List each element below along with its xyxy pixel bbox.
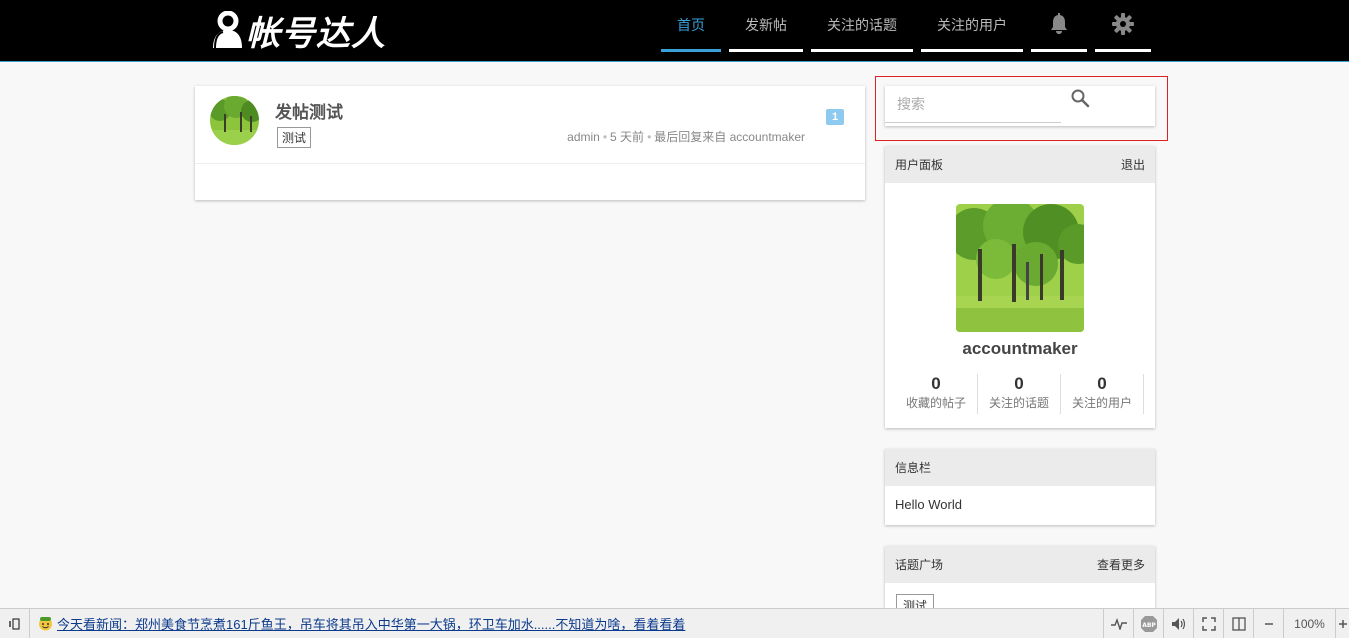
zoom-level[interactable]: 100% [1283, 609, 1335, 638]
topic-panel-header: 话题广场 查看更多 [885, 546, 1155, 583]
info-panel-title: 信息栏 [895, 461, 932, 475]
nav-home[interactable]: 首页 [661, 0, 721, 52]
svg-text:ABP: ABP [1142, 622, 1156, 629]
nav-followed-users[interactable]: 关注的用户 [921, 0, 1023, 52]
split-view-icon [1231, 617, 1246, 631]
user-panel-header: 用户面板 退出 [885, 146, 1155, 183]
tree-photo [956, 204, 1084, 332]
meta-separator: • [647, 130, 652, 144]
tree-photo [210, 96, 259, 145]
stat-favorite-posts[interactable]: 0 收藏的帖子 [895, 374, 978, 414]
user-panel: 用户面板 退出 accountmaker 0 收藏的帖子 0 关注的话题 0 关… [885, 146, 1155, 428]
post-time: 5 天前 [610, 130, 645, 144]
fullscreen-button[interactable] [1193, 609, 1223, 638]
stat-label: 收藏的帖子 [905, 396, 966, 410]
user-logo-icon [213, 11, 242, 49]
search-icon[interactable] [1070, 88, 1090, 113]
pulse-icon [1110, 618, 1127, 630]
username[interactable]: accountmaker [885, 339, 1155, 359]
stat-label: 关注的用户 [1071, 396, 1132, 410]
stat-followed-users[interactable]: 0 关注的用户 [1061, 374, 1144, 414]
performance-button[interactable] [1103, 609, 1133, 638]
user-stats: 0 收藏的帖子 0 关注的话题 0 关注的用户 [895, 374, 1145, 414]
browser-status-bar: 今天看新闻：郑州美食节烹煮161斤鱼王，吊车将其吊入中华第一大锅，环卫车加水..… [0, 608, 1349, 638]
user-avatar[interactable] [956, 204, 1084, 332]
minus-icon [1264, 623, 1273, 625]
split-view-button[interactable] [1223, 609, 1253, 638]
last-reply-prefix: 最后回复来自 [654, 130, 727, 144]
fullscreen-icon [1201, 617, 1216, 631]
search-box [885, 86, 1155, 126]
adblock-icon: ABP [1140, 616, 1157, 632]
logo-text: 帐号达人 [246, 13, 386, 54]
post-author[interactable]: admin [567, 130, 600, 144]
stat-value: 0 [1097, 374, 1107, 393]
nav-new-post[interactable]: 发新帖 [729, 0, 803, 52]
stat-label: 关注的话题 [988, 396, 1049, 410]
bell-icon [1051, 13, 1067, 34]
post-item[interactable]: 发帖测试 测试 admin • 5 天前 • 最后回复来自 accountmaker 1 [195, 86, 865, 164]
stat-followed-topics[interactable]: 0 关注的话题 [978, 374, 1061, 414]
search-input[interactable] [885, 86, 1061, 123]
nav-notifications[interactable] [1031, 0, 1087, 52]
volume-button[interactable] [1163, 609, 1193, 638]
topic-panel-title: 话题广场 [895, 558, 944, 572]
post-author-avatar[interactable] [210, 96, 259, 145]
see-more-link[interactable]: 查看更多 [1097, 556, 1145, 573]
sidebar-toggle-button[interactable] [0, 608, 30, 638]
user-panel-title: 用户面板 [895, 158, 944, 172]
last-reply-user[interactable]: accountmaker [730, 130, 805, 144]
meta-separator: • [602, 130, 608, 144]
post-tag[interactable]: 测试 [277, 127, 312, 148]
status-bar-tools: ABP 100% [1103, 609, 1349, 638]
plus-icon [1338, 620, 1347, 628]
post-list: 发帖测试 测试 admin • 5 天前 • 最后回复来自 accountmaker 1 [195, 86, 865, 200]
info-text: Hello World [895, 497, 962, 512]
nav-followed-topics[interactable]: 关注的话题 [811, 0, 913, 52]
stat-value: 0 [931, 374, 941, 393]
sidebar-toggle-icon [8, 617, 20, 630]
gear-icon [1112, 13, 1134, 35]
news-face-icon [39, 617, 52, 631]
info-panel-header: 信息栏 [885, 449, 1155, 486]
top-navbar: 帐号达人 首页 发新帖 关注的话题 关注的用户 [0, 0, 1349, 62]
stat-value: 0 [1014, 374, 1024, 393]
speaker-icon [1171, 618, 1185, 630]
zoom-out-button[interactable] [1253, 609, 1283, 638]
zoom-in-button[interactable] [1335, 609, 1349, 638]
info-panel: 信息栏 Hello World [885, 449, 1155, 525]
logout-link[interactable]: 退出 [1121, 156, 1145, 173]
post-title[interactable]: 发帖测试 [275, 98, 343, 123]
post-meta: admin • 5 天前 • 最后回复来自 accountmaker [550, 128, 805, 145]
site-logo[interactable]: 帐号达人 [210, 10, 386, 54]
adblock-button[interactable]: ABP [1133, 609, 1163, 638]
nav-settings[interactable] [1095, 0, 1151, 52]
reply-count-badge: 1 [826, 109, 844, 125]
news-ticker-link[interactable]: 今天看新闻：郑州美食节烹煮161斤鱼王，吊车将其吊入中华第一大锅，环卫车加水..… [57, 614, 685, 633]
